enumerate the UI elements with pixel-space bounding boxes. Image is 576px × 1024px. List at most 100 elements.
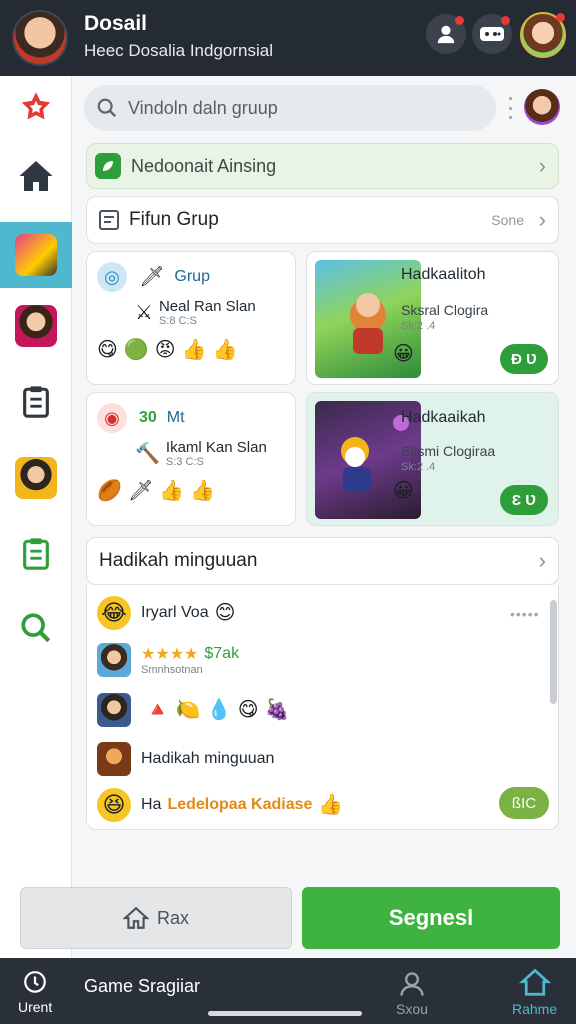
rating-stars: ★★★★ — [141, 646, 199, 663]
card-meta: Sk:2 .4 — [401, 320, 436, 332]
sword-icon: 🗡 — [139, 266, 165, 288]
notification-dot — [556, 13, 565, 22]
friend-avatar[interactable] — [520, 12, 566, 58]
card-meta: S:3 C:S — [165, 456, 204, 468]
bottom-nav-home[interactable]: Rahme — [512, 968, 557, 1017]
bottom-nav-label: Sxou — [396, 1001, 428, 1017]
card-name: Hadkaaikah — [401, 409, 486, 426]
list-item[interactable]: 🔺 🍋 💧 😋 🍇 — [97, 693, 289, 727]
controller-button[interactable] — [472, 14, 512, 54]
banner-text: Nedoonait Ainsing — [131, 155, 277, 176]
laughing-emoji-icon: 😆 — [97, 788, 131, 822]
game-thumbnail — [15, 457, 57, 499]
bottom-nav-profile[interactable]: Sxou — [396, 970, 428, 1017]
sidebar-item-favorites[interactable] — [0, 76, 72, 140]
list-item[interactable]: ★★★★ $7ak Smnhsotnan — [97, 643, 239, 677]
section-title: Fifun Grup — [129, 209, 219, 230]
sidebar-item-game-character[interactable] — [0, 294, 72, 358]
card-badge: 30 — [139, 409, 157, 426]
card-name: Mt — [166, 409, 185, 426]
home-outline-icon — [122, 906, 149, 929]
search-icon — [97, 98, 117, 118]
profile-avatar[interactable] — [12, 10, 68, 66]
notification-dot — [455, 16, 464, 25]
thumbs-up-icon: 👍 — [159, 480, 185, 502]
card-name: Grup — [174, 268, 210, 285]
search-placeholder: Vindoln daln gruup — [128, 97, 278, 118]
emoji-icon: 🍇 — [264, 699, 290, 721]
list-item-prefix: Ha — [141, 796, 162, 813]
section-title: Hadikah minguuan — [99, 550, 258, 571]
player-avatar — [97, 643, 131, 677]
secondary-button-label: Rax — [156, 907, 189, 928]
laughing-emoji-icon: 😂 — [97, 596, 131, 630]
primary-button[interactable]: Segnesl — [302, 887, 560, 949]
play-button[interactable]: Ɛ Ʋ — [500, 485, 548, 515]
game-card[interactable]: Hadkaalitoh Sksral Clogira Sk:2 .4 😀 Ð Ʋ — [306, 251, 559, 385]
group-card[interactable]: ◉ 30 Mt 🔨 Ikaml Kan Slan S:3 C:S 🏉 🗡 👍 👍 — [86, 392, 296, 526]
emoji-icon: 🔺 — [145, 699, 170, 721]
gamepad-icon — [480, 27, 504, 41]
sidebar-item-home[interactable] — [0, 144, 72, 208]
more-options-icon[interactable]: ••••• — [510, 606, 540, 622]
bottom-nav-label: Rahme — [512, 1001, 558, 1017]
user-outline-icon — [400, 972, 424, 996]
list-item[interactable]: Hadikah minguuan — [97, 742, 274, 776]
search-input[interactable]: Vindoln daln gruup — [84, 85, 496, 131]
game-card[interactable]: Hadkaaikah Sksmi Clogiraa Sk:2 .4 😀 Ɛ Ʋ — [306, 392, 559, 526]
more-options-icon[interactable] — [509, 97, 513, 119]
search-icon — [21, 613, 51, 643]
chevron-right-icon: › — [538, 207, 546, 232]
emoji-icon: 🟢 — [123, 339, 149, 361]
group-section-header[interactable]: Fifun Grup Sone › — [86, 196, 559, 244]
top-app-bar: Dosail Heec Dosalia Indgornsial — [0, 0, 576, 76]
bottom-nav-recent[interactable]: Urent — [18, 970, 52, 1015]
leaf-icon — [95, 153, 121, 179]
list-item[interactable]: 😂 Iryarl Voa 😊 — [97, 596, 235, 630]
clipboard-icon — [23, 538, 49, 570]
card-meta: Sk:2 .4 — [401, 461, 436, 473]
chevron-right-icon: › — [538, 548, 546, 573]
smile-icon: 😀 — [393, 343, 414, 365]
list-item-name: Iryarl Voa — [141, 604, 209, 621]
home-icon — [518, 968, 551, 996]
chevron-right-icon: › — [538, 153, 546, 178]
bottom-nav-title: Game Sragiiar — [84, 976, 201, 996]
card-name: Hadkaalitoh — [401, 266, 486, 283]
star-badge-icon — [21, 92, 51, 120]
sword-icon: 🗡 — [127, 480, 154, 502]
sidebar-item-search[interactable] — [0, 596, 72, 660]
list-item[interactable]: 😆 Ha Ledelopaa Kadiase 👍 — [97, 788, 343, 822]
secondary-button[interactable]: Rax — [20, 887, 292, 949]
spiral-icon: ◎ — [97, 262, 127, 292]
sidebar-item-game-avatar[interactable] — [0, 446, 72, 510]
hammer-icon: 🔨 — [135, 442, 160, 465]
app-subtitle: Heec Dosalia Indgornsial — [84, 41, 273, 60]
smile-icon: 😀 — [393, 480, 414, 502]
weekly-section-header[interactable]: Hadikah minguuan › — [86, 537, 559, 585]
card-meta: S:8 C:S — [158, 315, 197, 327]
home-icon — [19, 161, 53, 191]
thumbs-up-icon: 👍 — [212, 339, 238, 361]
profile-button[interactable] — [426, 14, 466, 54]
sidebar-item-tasks[interactable] — [0, 522, 72, 586]
sidebar-item-game-kys[interactable] — [0, 222, 72, 288]
sidebar-item-clipboard[interactable] — [0, 370, 72, 434]
card-subtitle: Sksral Clogira — [401, 302, 489, 318]
announcement-banner[interactable]: Nedoonait Ainsing › — [86, 143, 559, 189]
claim-button[interactable]: ßIC — [499, 787, 549, 819]
notification-dot — [501, 16, 510, 25]
card-subtitle: Sksmi Clogiraa — [401, 443, 496, 459]
clipboard-icon — [23, 386, 49, 418]
scrollbar[interactable] — [550, 600, 557, 704]
emoji-icon: 💧 — [206, 699, 232, 721]
group-card[interactable]: ◎ 🗡 Grup ⚔ Neal Ran Slan S:8 C:S 😋 🟢 😡 👍… — [86, 251, 296, 385]
user-avatar[interactable] — [524, 89, 560, 125]
list-item-highlight: Ledelopaa Kadiase — [167, 796, 313, 813]
card-title: Neal Ran Slan — [158, 298, 256, 315]
emoji-icon: 🍋 — [175, 699, 201, 721]
list-item-meta: Smnhsotnan — [141, 664, 203, 676]
play-button[interactable]: Ð Ʋ — [500, 344, 548, 374]
game-thumbnail — [97, 742, 131, 776]
home-indicator — [208, 1011, 362, 1016]
